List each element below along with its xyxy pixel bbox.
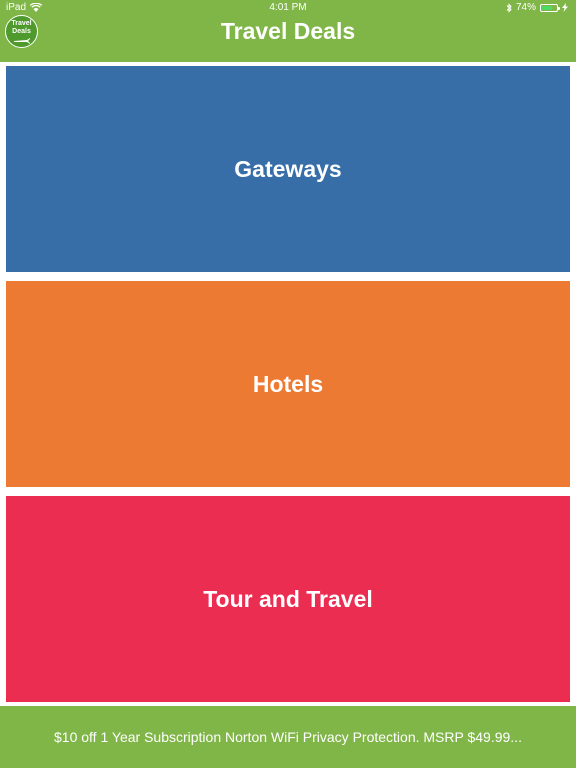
ad-banner[interactable]: $10 off 1 Year Subscription Norton WiFi … [0,706,576,768]
status-time: 4:01 PM [269,2,307,13]
ad-banner-text: $10 off 1 Year Subscription Norton WiFi … [54,729,522,745]
charging-icon [562,3,568,12]
page-title: Travel Deals [220,18,356,44]
battery-level-fill [542,5,553,10]
status-bar: iPad 4:01 PM 74% [0,0,576,16]
tour-and-travel-button[interactable]: Tour and Travel [6,496,570,702]
hotels-button[interactable]: Hotels [6,281,570,487]
battery-percent: 74% [515,2,536,13]
battery-icon [540,3,560,12]
bluetooth-icon [506,2,512,13]
gateways-button[interactable]: Gateways [6,66,570,272]
